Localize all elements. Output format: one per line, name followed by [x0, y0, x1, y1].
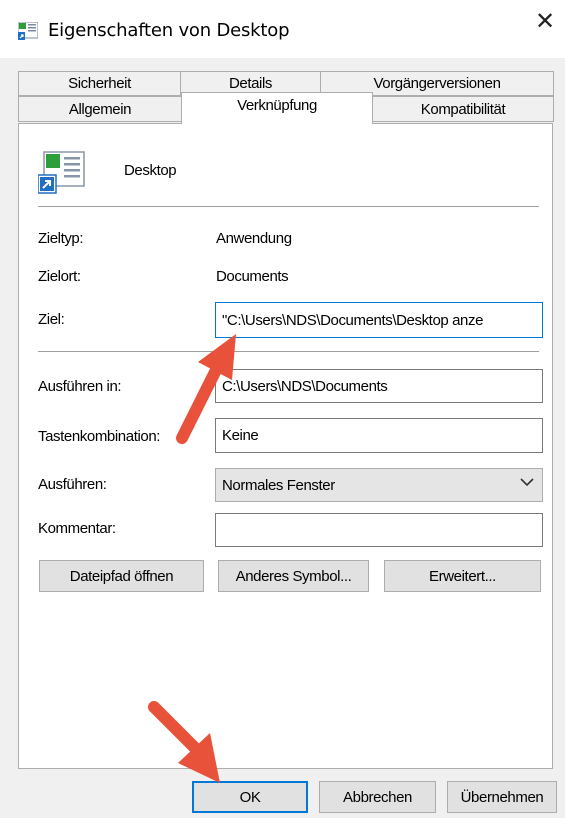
run-label: Ausführen: — [38, 476, 107, 493]
divider — [38, 351, 539, 352]
desktop-shortcut-icon — [38, 151, 85, 194]
hotkey-input[interactable]: Keine — [215, 418, 543, 453]
chevron-down-icon — [520, 478, 534, 487]
annotation-arrow-ok — [148, 701, 220, 783]
open-file-location-button[interactable]: Dateipfad öffnen — [39, 560, 204, 592]
target-input[interactable]: "C:\Users\NDS\Documents\Desktop anze — [215, 302, 543, 338]
cancel-button[interactable]: Abbrechen — [319, 781, 436, 813]
divider — [38, 206, 539, 207]
start-in-input[interactable]: C:\Users\NDS\Documents — [215, 369, 543, 403]
run-select-value: Normales Fenster — [222, 476, 335, 494]
annotation-arrow-target — [176, 334, 236, 444]
advanced-button[interactable]: Erweitert... — [384, 560, 541, 592]
target-type-value: Anwendung — [216, 230, 292, 247]
tab-security[interactable]: Sicherheit — [18, 71, 181, 96]
comment-input[interactable] — [215, 513, 543, 547]
run-select[interactable]: Normales Fenster — [215, 468, 543, 502]
shortcut-name: Desktop — [124, 162, 177, 179]
target-location-value: Documents — [216, 268, 289, 285]
tab-general[interactable]: Allgemein — [18, 96, 182, 122]
target-location-label: Zielort: — [38, 268, 81, 285]
comment-label: Kommentar: — [38, 520, 116, 537]
start-in-label: Ausführen in: — [38, 378, 122, 395]
window-title: Eigenschaften von Desktop — [48, 20, 290, 41]
change-icon-button[interactable]: Anderes Symbol... — [218, 560, 369, 592]
tab-compatibility[interactable]: Kompatibilität — [372, 96, 554, 122]
target-label: Ziel: — [38, 311, 65, 328]
apply-button[interactable]: Übernehmen — [447, 781, 557, 813]
close-button[interactable]: ✕ — [528, 4, 562, 38]
hotkey-label: Tastenkombination: — [38, 428, 161, 445]
properties-window-icon — [18, 22, 38, 40]
tab-shortcut[interactable]: Verknüpfung — [181, 92, 373, 124]
target-type-label: Zieltyp: — [38, 230, 84, 247]
